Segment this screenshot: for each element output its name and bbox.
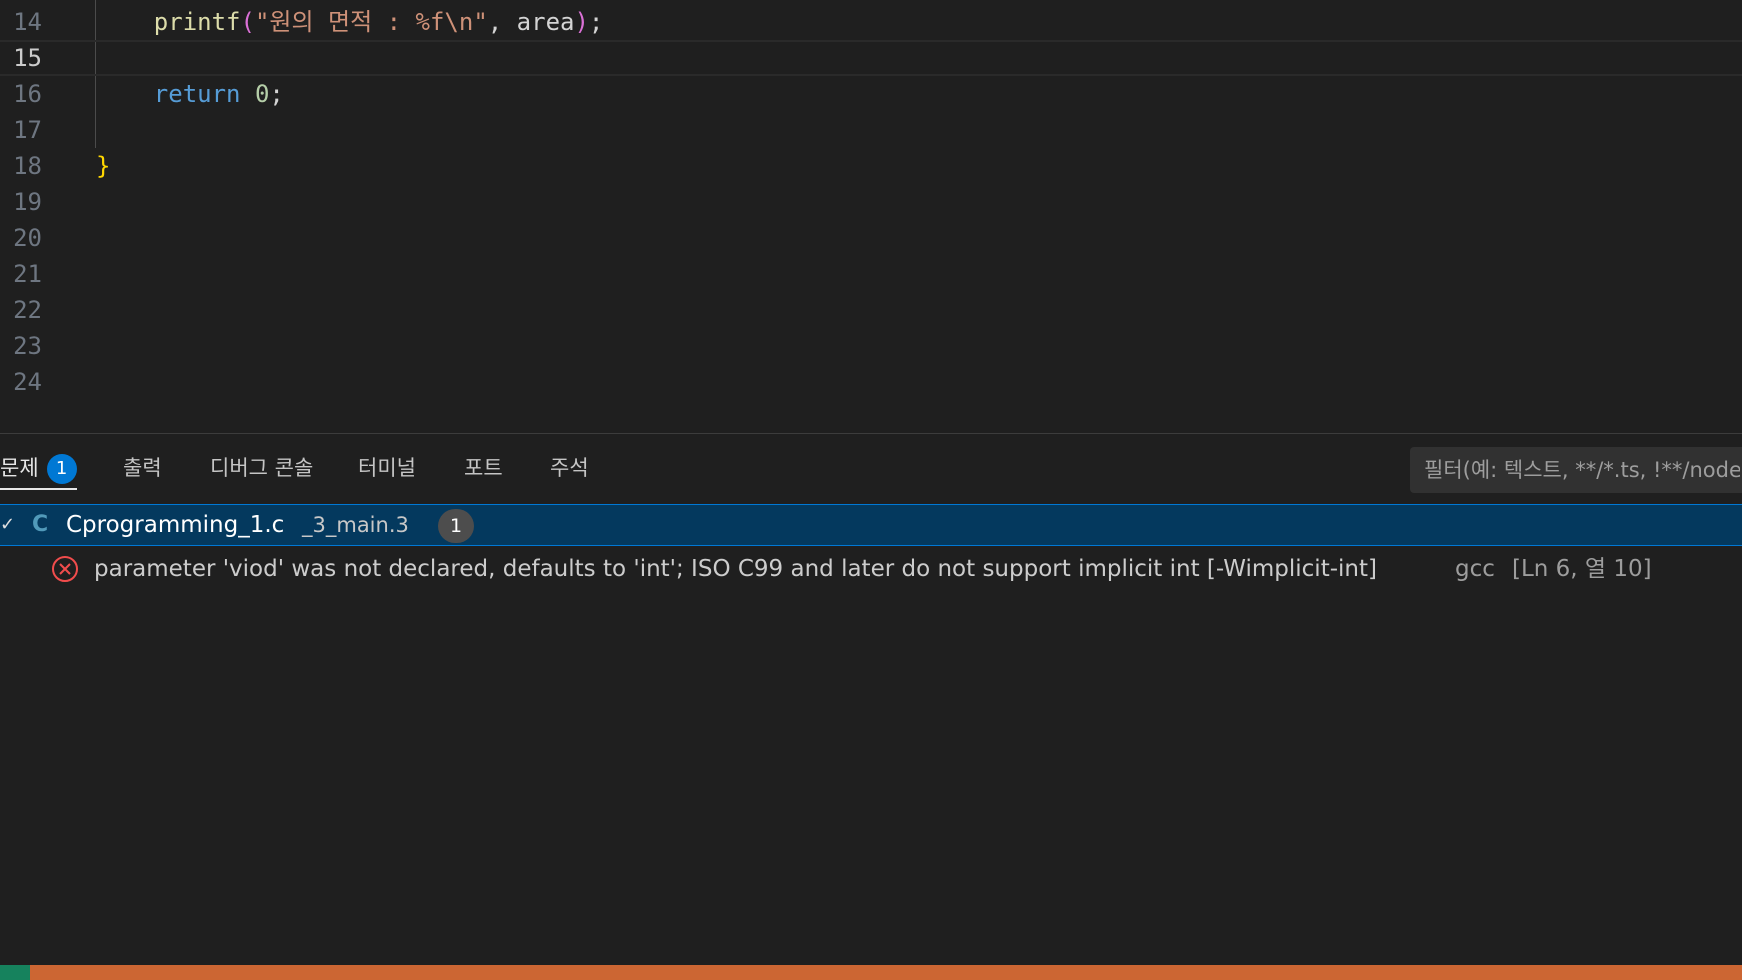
line-number: 23 (13, 332, 42, 360)
tab-ports[interactable]: 포트 (464, 448, 503, 488)
c-language-icon: C (32, 512, 49, 537)
error-icon (52, 556, 78, 582)
line-number: 19 (13, 188, 42, 216)
code-line-18[interactable]: 18 } (0, 148, 1742, 184)
code-text: return 0; (153, 80, 284, 108)
tab-label: 문제 (0, 456, 39, 480)
code-text: printf("원의 면적 : %f\n", area); (153, 8, 604, 36)
status-bar (0, 965, 1742, 980)
bottom-panel: 문제 1 출력 디버그 콘솔 터미널 포트 주석 ✓ C Cprogramming… (0, 433, 1742, 966)
problem-location: [Ln 6, 열 10] (1512, 556, 1652, 582)
code-line-15[interactable]: 15 (0, 40, 1742, 76)
code-line-14[interactable]: 14 printf("원의 면적 : %f\n", area); (0, 4, 1742, 40)
problems-filter-input[interactable] (1410, 447, 1742, 493)
line-number: 16 (13, 80, 42, 108)
code-editor[interactable]: 14 printf("원의 면적 : %f\n", area); 15 16 r… (0, 0, 1742, 433)
remote-indicator[interactable] (0, 965, 30, 980)
code-line-17[interactable]: 17 (0, 112, 1742, 148)
code-line-21[interactable]: 21 (0, 256, 1742, 292)
code-line-16[interactable]: 16 return 0; (0, 76, 1742, 112)
code-text: } (96, 152, 111, 180)
tab-terminal[interactable]: 터미널 (358, 448, 416, 488)
problem-item[interactable]: parameter 'viod' was not declared, defau… (0, 548, 1742, 590)
problems-count-badge: 1 (46, 454, 77, 484)
line-number: 14 (13, 8, 42, 36)
file-name: Cprogramming_1.c (66, 512, 285, 538)
panel-tabs: 문제 1 출력 디버그 콘솔 터미널 포트 주석 (0, 434, 1742, 502)
tab-output[interactable]: 출력 (123, 448, 162, 488)
line-number: 22 (13, 296, 42, 324)
chevron-down-icon[interactable]: ✓ (0, 505, 15, 545)
problem-source: gcc (1455, 556, 1495, 582)
code-line-24[interactable]: 24 (0, 364, 1742, 400)
line-number: 15 (13, 44, 42, 72)
tab-problems[interactable]: 문제 1 (0, 448, 77, 490)
code-line-19[interactable]: 19 (0, 184, 1742, 220)
file-path: _3_main.3 (302, 513, 409, 537)
line-number: 20 (13, 224, 42, 252)
line-number: 21 (13, 260, 42, 288)
problem-file-group[interactable]: ✓ C Cprogramming_1.c _3_main.3 1 (0, 504, 1742, 546)
code-line-23[interactable]: 23 (0, 328, 1742, 364)
code-line-20[interactable]: 20 (0, 220, 1742, 256)
problem-message: parameter 'viod' was not declared, defau… (94, 556, 1377, 582)
tab-comments[interactable]: 주석 (550, 448, 589, 488)
line-number: 18 (13, 152, 42, 180)
line-number: 24 (13, 368, 42, 396)
code-line-22[interactable]: 22 (0, 292, 1742, 328)
tab-debug-console[interactable]: 디버그 콘솔 (210, 448, 313, 488)
line-number: 17 (13, 116, 42, 144)
file-problem-count: 1 (438, 509, 474, 543)
